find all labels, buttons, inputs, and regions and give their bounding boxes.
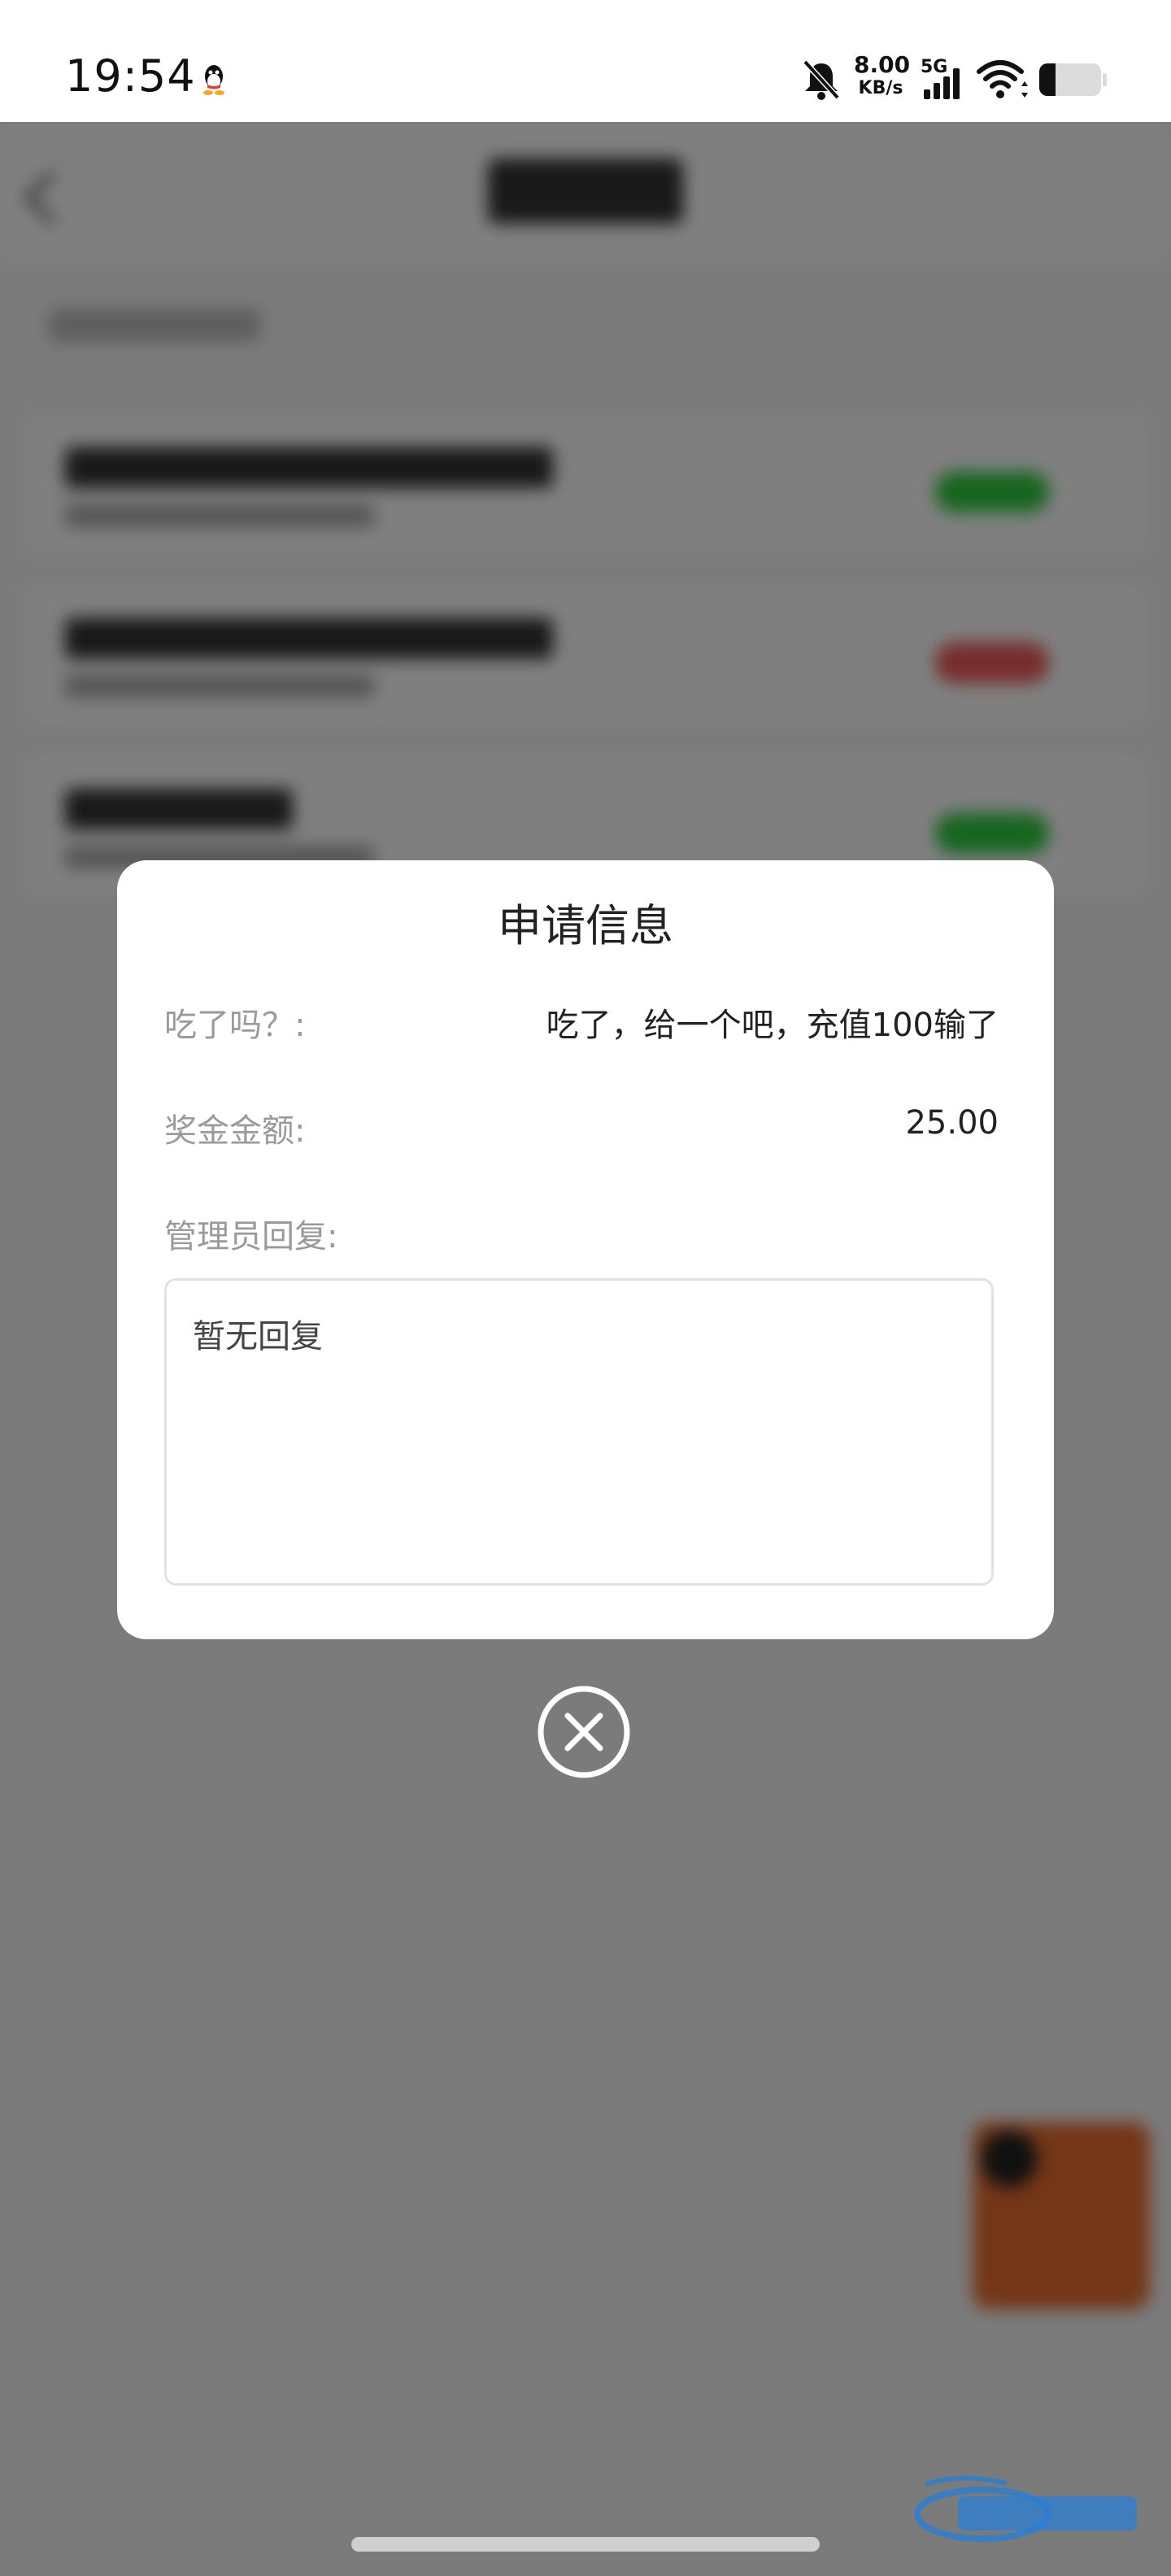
- dialog-title: 申请信息: [498, 900, 673, 951]
- application-info-dialog: 申请信息 吃了吗？: 吃了，给一个吧，充值100输了 奖金金额: 25.00 管…: [117, 860, 1054, 1639]
- home-indicator[interactable]: [351, 2537, 820, 2552]
- close-circle-icon[interactable]: [537, 1685, 631, 1779]
- battery-icon: [1039, 63, 1107, 96]
- question-label: 吃了吗？:: [164, 1007, 306, 1044]
- status-bar: 19:54 8.00 KB/s 5G: [0, 0, 1171, 122]
- admin-reply-box: 暂无回复: [164, 1278, 994, 1586]
- admin-reply-label: 管理员回复:: [164, 1218, 338, 1255]
- wifi-icon: [977, 60, 1028, 98]
- status-time: 19:54: [65, 50, 196, 102]
- bonus-amount-value: 25.00: [905, 1104, 999, 1142]
- signal-icon: 5G: [921, 57, 968, 102]
- net-speed-value: 8.00: [854, 51, 911, 78]
- qq-icon: [203, 65, 224, 95]
- bell-off-icon: [803, 59, 840, 100]
- question-value: 吃了，给一个吧，充值100输了: [546, 1007, 999, 1044]
- bonus-amount-label: 奖金金额:: [164, 1112, 306, 1150]
- watermark-logo: [914, 2475, 1137, 2542]
- net-speed-unit: KB/s: [858, 78, 903, 98]
- net-speed: 8.00 KB/s: [854, 51, 911, 98]
- admin-reply-text: 暂无回复: [193, 1318, 323, 1355]
